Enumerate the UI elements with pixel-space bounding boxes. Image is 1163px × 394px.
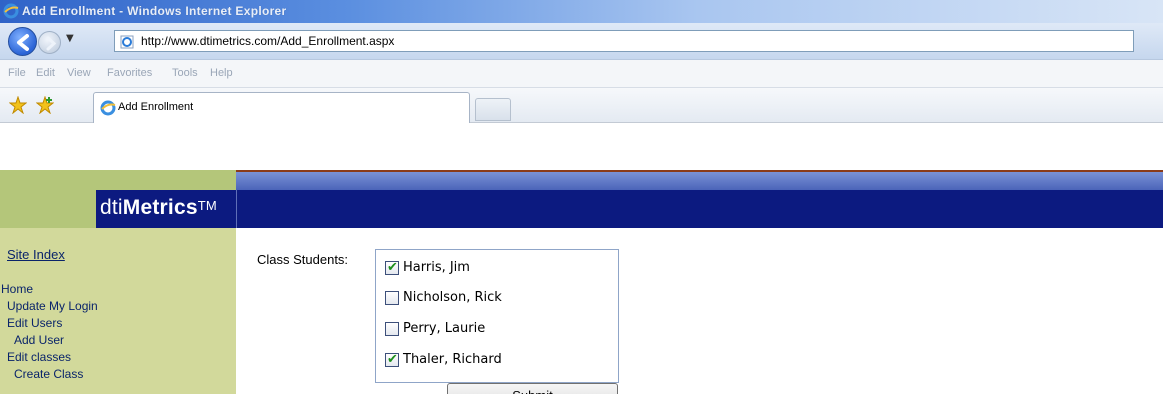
address-toolbar: ▼ http://www.dtimetrics.com/Add_Enrollme…	[0, 23, 1163, 60]
forward-button[interactable]	[38, 31, 61, 54]
site-logo: dtiMetricsTM	[100, 196, 217, 219]
new-tab-button[interactable]	[475, 98, 511, 121]
checkbox-harris[interactable]: ✔	[385, 260, 399, 275]
forward-arrow-icon	[46, 36, 57, 51]
history-dropdown-icon[interactable]: ▼	[66, 33, 74, 44]
submit-button[interactable]: Submit	[447, 383, 618, 394]
site-index-link[interactable]: Site Index	[7, 247, 65, 262]
main-content: Class Students: ✔ Harris, Jim Nicholson,…	[237, 228, 1163, 394]
page-icon	[120, 34, 134, 49]
student-name: Perry, Laurie	[403, 321, 486, 336]
logo-divider	[236, 190, 237, 228]
sidebar-item-create-class[interactable]: Create Class	[14, 367, 83, 381]
sidebar-item-add-user[interactable]: Add User	[14, 333, 64, 347]
window-title: Add Enrollment - Windows Internet Explor…	[22, 4, 287, 18]
address-field[interactable]: http://www.dtimetrics.com/Add_Enrollment…	[114, 30, 1134, 52]
class-students-label: Class Students:	[257, 252, 349, 267]
sidebar-item-edit-users[interactable]: Edit Users	[7, 316, 62, 330]
header-band-left	[0, 170, 236, 190]
menu-view[interactable]: View	[67, 67, 91, 79]
checkbox-nicholson[interactable]	[385, 291, 399, 305]
menu-favorites[interactable]: Favorites	[107, 67, 152, 79]
menu-bar: File Edit View Favorites Tools Help	[0, 60, 1163, 88]
menu-tools[interactable]: Tools	[172, 67, 198, 79]
logo-left-pad	[0, 190, 96, 228]
student-name: Thaler, Richard	[403, 352, 502, 367]
student-checkbox-list: ✔ Harris, Jim Nicholson, Rick Perry, Lau…	[375, 249, 619, 383]
ie-tab-icon	[100, 100, 116, 120]
back-button[interactable]	[8, 27, 37, 56]
checkbox-perry[interactable]	[385, 322, 399, 336]
sidebar-item-home[interactable]: Home	[1, 282, 33, 296]
menu-file[interactable]: File	[8, 67, 26, 79]
menu-edit[interactable]: Edit	[36, 67, 55, 79]
checkbox-thaler[interactable]: ✔	[385, 352, 399, 367]
address-url: http://www.dtimetrics.com/Add_Enrollment…	[141, 34, 395, 48]
logo-band: dtiMetricsTM	[96, 190, 1163, 228]
student-name: Harris, Jim	[403, 260, 470, 275]
tab-add-enrollment[interactable]: Add Enrollment	[93, 92, 470, 123]
tab-bar: Add Enrollment	[0, 88, 1163, 123]
sidebar-item-edit-classes[interactable]: Edit classes	[7, 350, 71, 364]
sidebar-item-update-my-login[interactable]: Update My Login	[7, 299, 98, 313]
add-favorite-icon[interactable]	[35, 95, 55, 118]
window-title-bar: Add Enrollment - Windows Internet Explor…	[0, 0, 1163, 23]
student-name: Nicholson, Rick	[403, 290, 502, 305]
favorites-star-icon[interactable]	[8, 95, 28, 118]
check-icon: ✔	[387, 260, 398, 275]
header-band-right	[236, 170, 1163, 190]
sidebar-nav: Site Index Home Update My Login Edit Use…	[0, 228, 236, 394]
ie-logo-icon	[3, 3, 19, 23]
tab-label: Add Enrollment	[118, 101, 194, 113]
check-icon: ✔	[387, 352, 398, 367]
menu-help[interactable]: Help	[210, 67, 233, 79]
back-arrow-icon	[17, 34, 29, 51]
